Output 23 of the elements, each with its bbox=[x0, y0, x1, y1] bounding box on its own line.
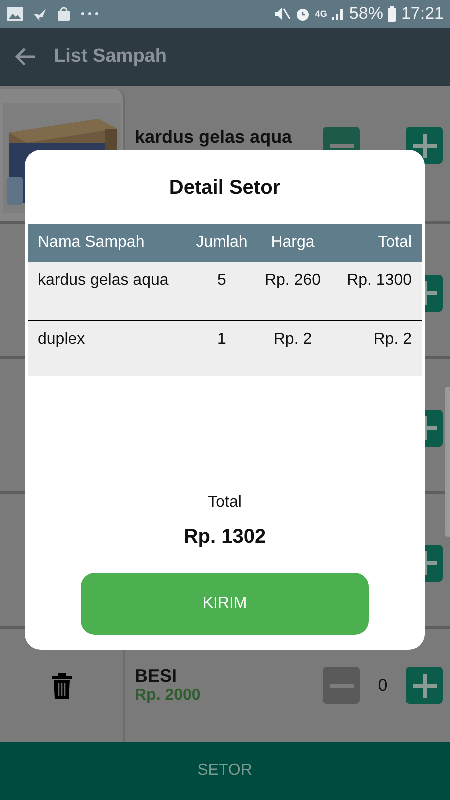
item-name: BESI bbox=[135, 666, 178, 688]
clock: 17:21 bbox=[401, 4, 444, 24]
total-label: Total bbox=[208, 494, 242, 512]
column-header: Nama Sampah bbox=[38, 234, 146, 252]
network-type: 4G bbox=[315, 9, 328, 20]
screen-title: List Sampah bbox=[54, 46, 167, 68]
table-cell-text: Rp. 1300 bbox=[346, 272, 412, 290]
column-header: Harga bbox=[270, 234, 316, 252]
column-header: Jumlah bbox=[195, 234, 249, 252]
table-cell-text: 1 bbox=[216, 331, 228, 349]
battery-level: 58% bbox=[349, 4, 384, 24]
table-cell-text: Rp. 260 bbox=[264, 272, 322, 290]
column-header: Total bbox=[377, 234, 412, 252]
table-cell-text: 5 bbox=[216, 272, 228, 290]
table-cell-text: Rp. 2 bbox=[372, 331, 412, 349]
table-cell-text: kardus gelas aqua bbox=[38, 272, 170, 290]
item-count: 0 bbox=[378, 676, 388, 695]
table-cell-text: Rp. 2 bbox=[272, 331, 314, 349]
item-price: Rp. 2000 bbox=[135, 687, 201, 706]
table-cell-text: duplex bbox=[38, 331, 86, 349]
item-name: kardus gelas aqua bbox=[135, 127, 292, 148]
dialog-title: Detail Setor bbox=[169, 177, 281, 200]
total-value: Rp. 1302 bbox=[184, 526, 266, 549]
